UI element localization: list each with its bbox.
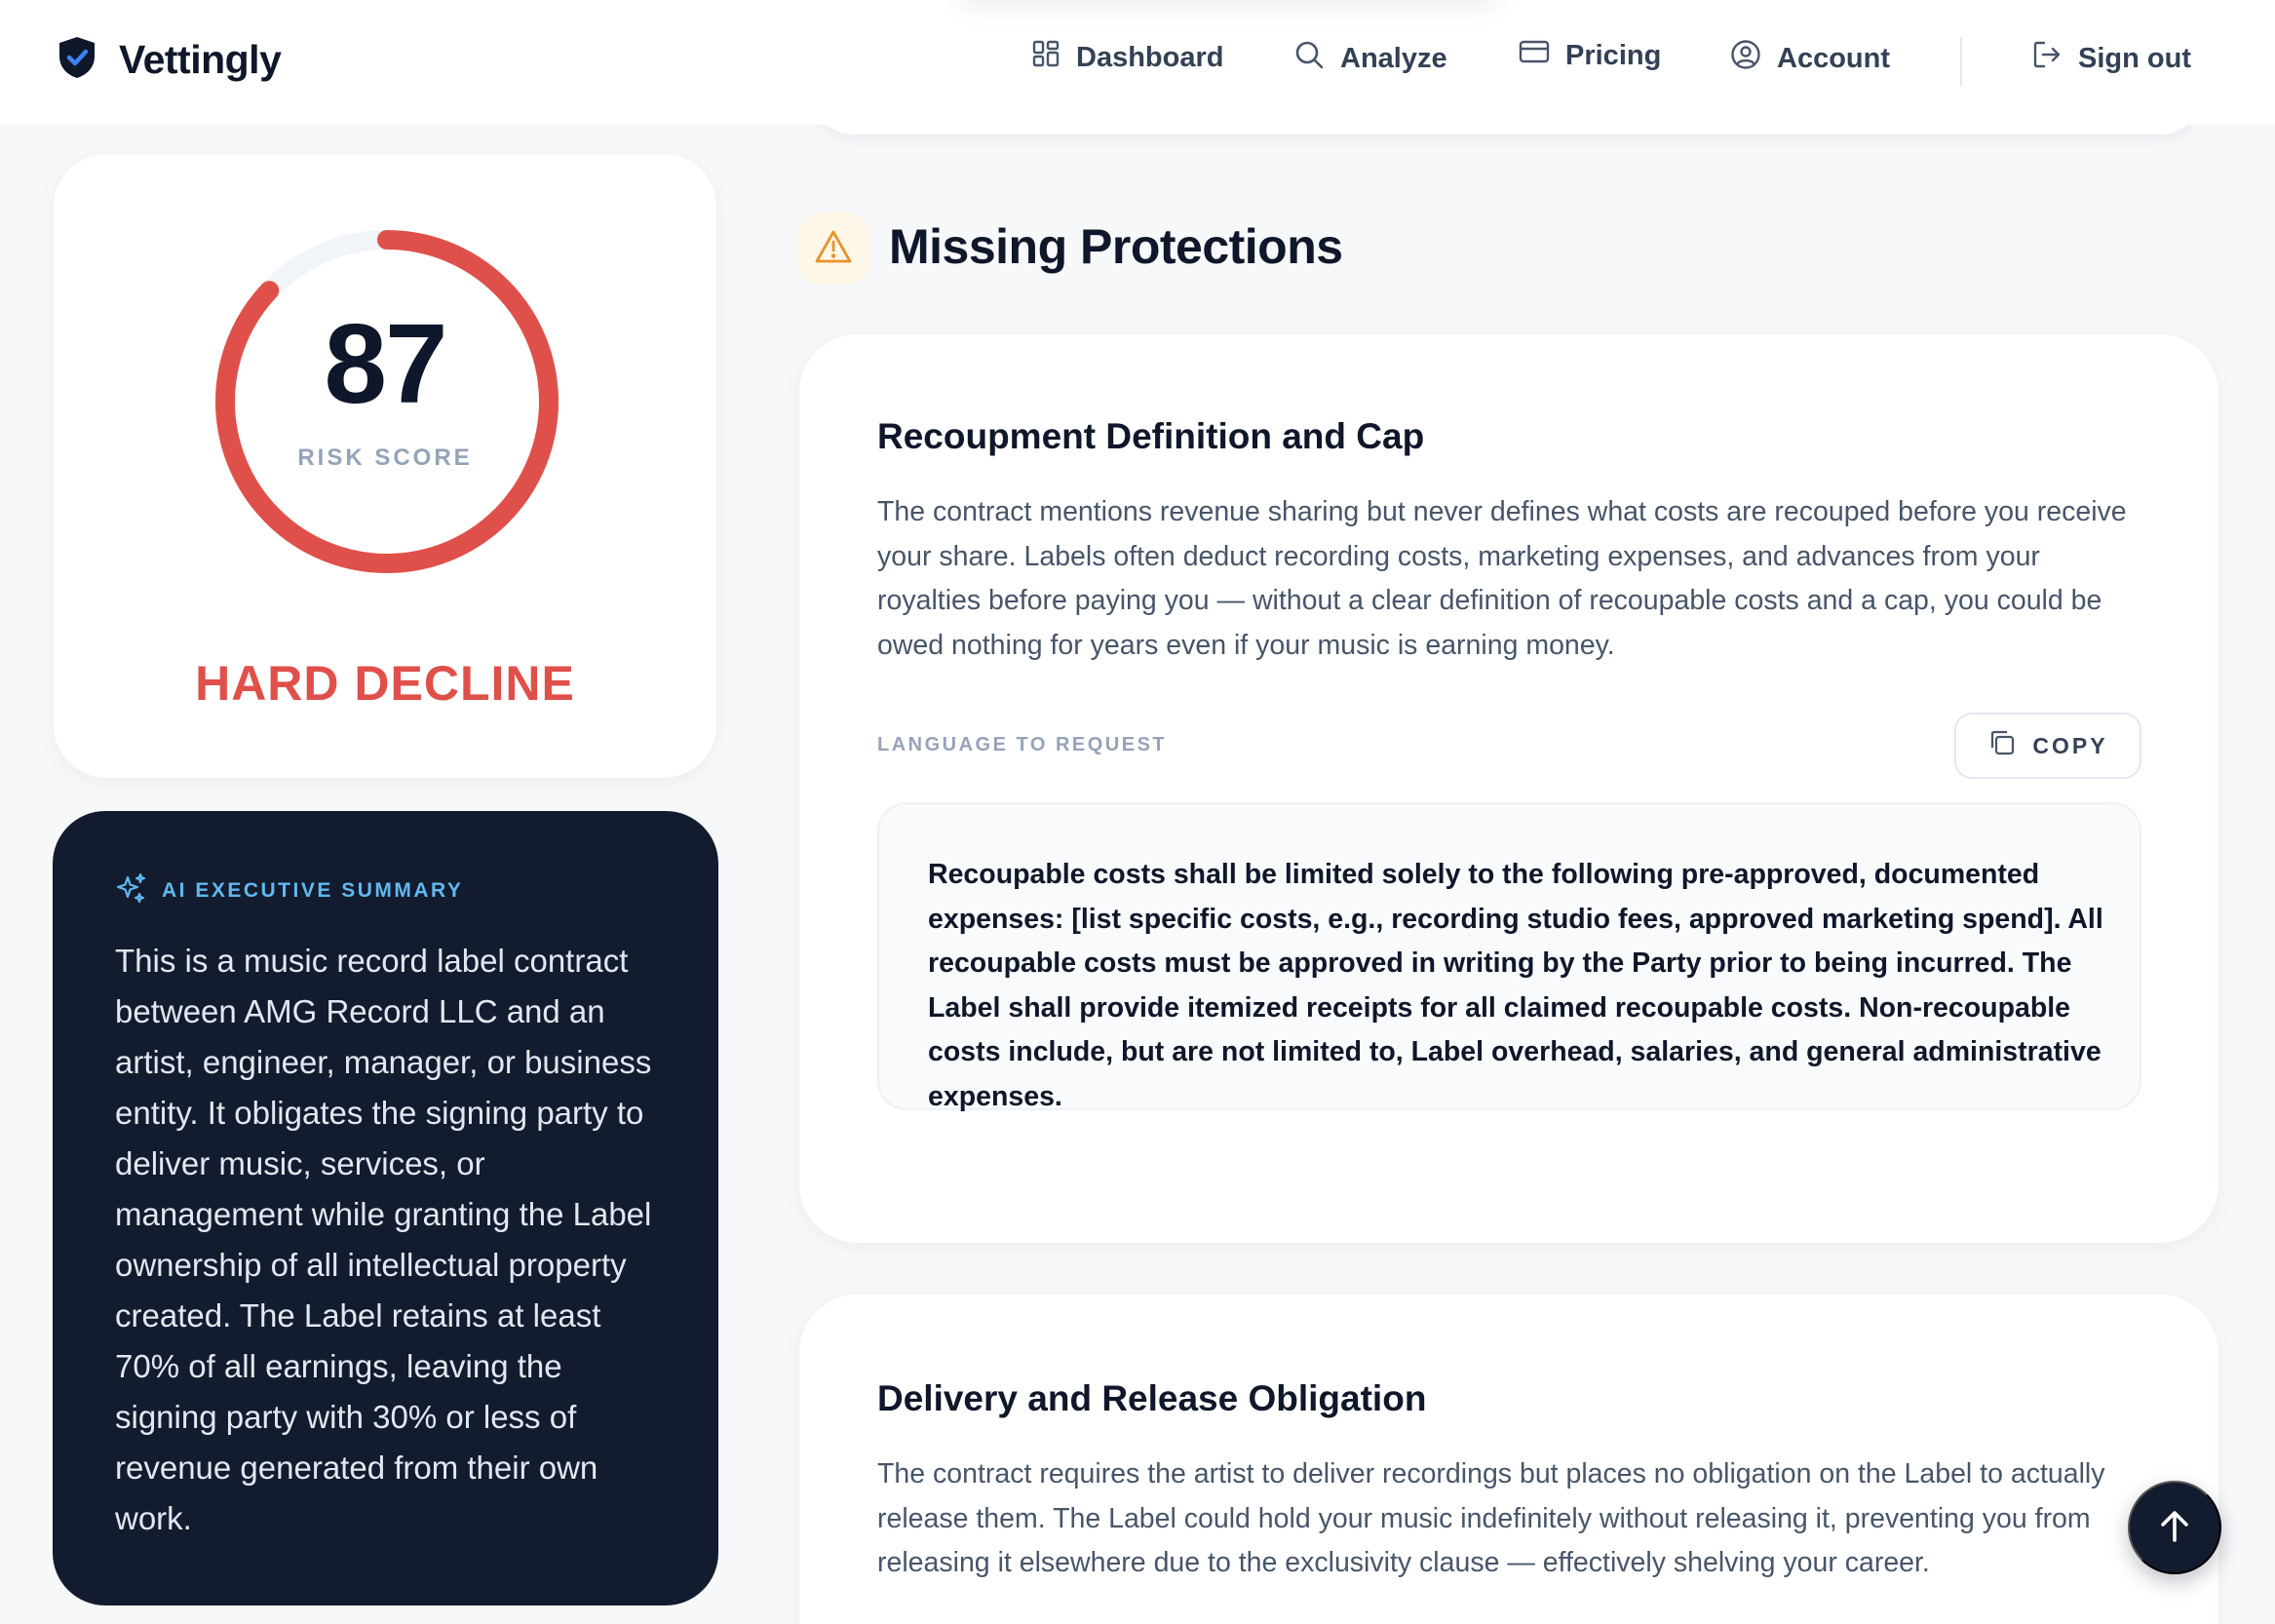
protection-title: Recoupment Definition and Cap [877,416,1425,456]
scroll-shadow [955,0,1501,10]
warning-icon [814,229,853,269]
verdict-label: HARD DECLINE [195,656,575,711]
requested-language-text: Recoupable costs shall be limited solely… [928,859,2103,1112]
nav-account-label: Account [1777,42,1890,74]
search-icon [1293,39,1325,78]
risk-score-value: 87 [324,300,447,427]
scroll-to-top-button[interactable] [2128,1481,2221,1574]
sparkles-icon [115,871,148,909]
top-navigation: Vettingly Dashboard Analyze Pricing Acco… [0,0,2275,125]
protection-title: Delivery and Release Obligation [877,1378,1427,1418]
protection-description: The contract requires the artist to deli… [877,1458,2105,1578]
protection-description: The contract mentions revenue sharing bu… [877,496,2127,661]
executive-summary-card: AI EXECUTIVE SUMMARY This is a music rec… [53,811,718,1605]
credit-card-icon [1519,39,1550,72]
nav-analyze-label: Analyze [1340,42,1447,74]
requested-language-box: Recoupable costs shall be limited solely… [877,802,2141,1112]
risk-score-label: RISK SCORE [297,445,473,471]
nav-dashboard[interactable]: Dashboard [1031,39,1223,76]
section-title: Missing Protections [889,219,1343,274]
summary-text: This is a music record label contract be… [115,943,652,1536]
grid-icon [1031,39,1060,76]
sign-out-icon [2031,39,2063,78]
protection-card: Delivery and Release Obligation The cont… [799,1295,2218,1624]
protection-card: Recoupment Definition and Cap The contra… [799,334,2218,1243]
nav-dashboard-label: Dashboard [1076,41,1224,73]
user-circle-icon [1730,39,1761,78]
nav-analyze[interactable]: Analyze [1293,39,1447,78]
summary-heading: AI EXECUTIVE SUMMARY [162,878,464,902]
nav-divider [1960,37,1962,86]
summary-header: AI EXECUTIVE SUMMARY [115,871,463,909]
arrow-up-icon [2155,1507,2194,1549]
sign-out-label: Sign out [2078,42,2191,74]
main-nav: Dashboard Analyze Pricing Account Sign o… [0,37,2275,86]
nav-pricing-label: Pricing [1565,39,1662,71]
nav-account[interactable]: Account [1730,39,1890,78]
page: Vettingly Dashboard Analyze Pricing Acco… [0,0,2275,1624]
copy-icon [1987,728,2017,763]
nav-pricing[interactable]: Pricing [1519,39,1661,72]
copy-button[interactable]: COPY [1954,713,2141,779]
copy-button-label: COPY [2032,732,2108,758]
language-to-request-label: LANGUAGE TO REQUEST [877,734,1168,755]
section-icon-badge [797,213,869,285]
sign-out-button[interactable]: Sign out [2031,39,2191,78]
